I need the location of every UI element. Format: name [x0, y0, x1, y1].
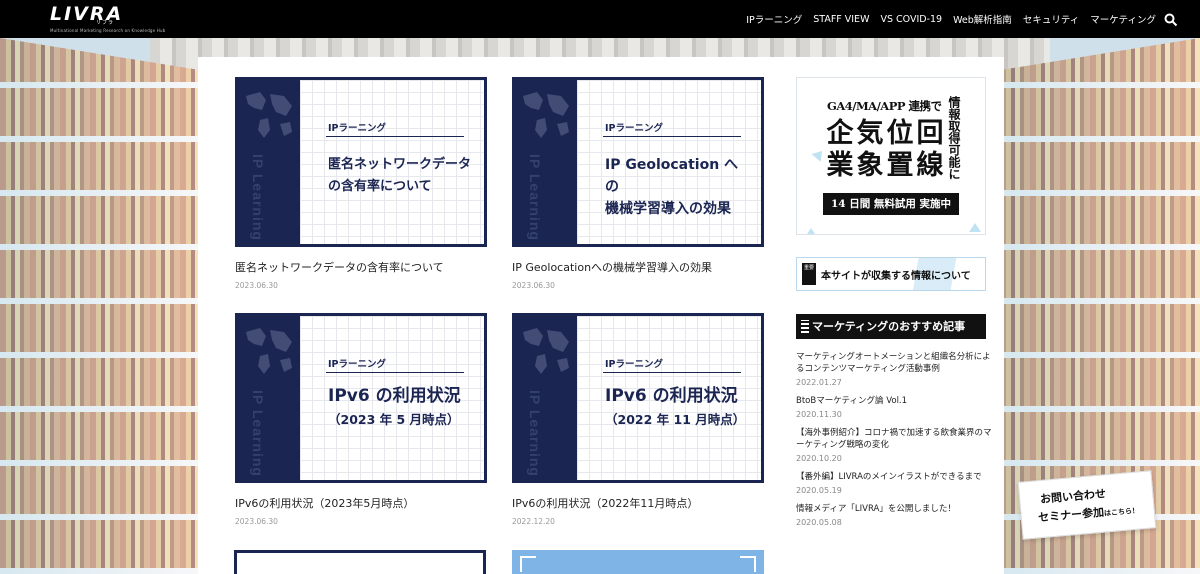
main-nav: IPラーニング STAFF VIEW VS COVID-19 Web解析指南 セ… — [746, 12, 1156, 27]
recommend-list: マーケティングオートメーションと組織名分析によるコンテンツマーケティング活動事例… — [796, 351, 992, 535]
nav-vs-covid[interactable]: VS COVID-19 — [880, 14, 942, 25]
thumb-title: IPv6 の利用状況 （2022 年 11 月時点） — [605, 386, 746, 427]
list-icon — [801, 320, 809, 333]
world-map-icon — [523, 328, 569, 374]
thumb-category: IPラーニング — [328, 359, 386, 370]
thumb-category: IPラーニング — [605, 123, 663, 134]
logo-kana: リブラ — [96, 20, 115, 26]
thumb-vertical-label: IP Learning — [527, 154, 543, 241]
contact-seminar-button[interactable]: お問い合わせ セミナー参加はこちら！ — [1012, 470, 1160, 550]
ad-banner[interactable]: GA4/MA/APP 連携で 情報取得可能に 企 気 位 回 業 象 置 線 1… — [796, 77, 986, 235]
nav-security[interactable]: セキュリティ — [1023, 12, 1079, 26]
article-thumbnail: IP Learning IPラーニング IPv6 の利用状況 （2023 年 5… — [235, 313, 487, 483]
world-map-icon — [523, 92, 569, 138]
thumb-title: IPv6 の利用状況 （2023 年 5 月時点） — [328, 386, 461, 427]
article-thumbnail: IP Learning IPラーニング 匿名ネットワークデータ の含有率について — [235, 77, 487, 247]
nav-marketing[interactable]: マーケティング — [1090, 12, 1156, 26]
article-card[interactable]: IP Learning IPラーニング IPv6 の利用状況 （2022 年 1… — [512, 313, 764, 526]
recommend-date: 2022.01.27 — [796, 378, 842, 387]
thumb-title: 匿名ネットワークデータ の含有率について — [328, 157, 472, 194]
bookshelf-left — [0, 38, 200, 574]
triangle-decoration — [969, 223, 981, 232]
thumb-vertical-label: IP Learning — [250, 390, 266, 477]
thumb-vertical-label: IP Learning — [527, 390, 543, 477]
article-card-partial[interactable] — [234, 550, 486, 574]
recommend-title[interactable]: マーケティングオートメーションと組織名分析によるコンテンツマーケティング活動事例 — [796, 351, 992, 375]
world-map-icon — [246, 328, 292, 374]
recommend-date: 2020.05.08 — [796, 518, 842, 527]
info-link-text: 本サイトが収集する情報について — [821, 271, 971, 282]
recommend-date: 2020.10.20 — [796, 454, 842, 463]
ad-vertical-text: 情報取得可能に — [947, 96, 961, 180]
article-date: 2022.12.20 — [512, 517, 555, 526]
recommend-title[interactable]: BtoBマーケティング論 Vol.1 — [796, 395, 992, 407]
article-date: 2023.06.30 — [512, 281, 555, 290]
nav-web-analytics[interactable]: Web解析指南 — [953, 12, 1012, 26]
article-date: 2023.06.30 — [235, 281, 278, 290]
ad-kanji-grid: 企 気 位 回 業 象 置 線 — [826, 118, 944, 181]
article-date: 2023.06.30 — [235, 517, 278, 526]
info-link-box[interactable]: 重要 本サイトが収集する情報について — [796, 257, 986, 291]
recommend-item[interactable]: 【海外事例紹介】コロナ禍で加速する飲食業界のマーケティング戦略の変化 2020.… — [796, 427, 992, 463]
article-title[interactable]: 匿名ネットワークデータの含有率について — [235, 259, 487, 275]
article-title[interactable]: IPv6の利用状況（2023年5月時点） — [235, 495, 487, 511]
article-card[interactable]: IP Learning IPラーニング IP Geolocation への 機械… — [512, 77, 764, 290]
triangle-decoration — [805, 228, 817, 234]
recommend-item[interactable]: 情報メディア「LIVRA」を公開しました！ 2020.05.08 — [796, 503, 992, 527]
article-title[interactable]: IP Geolocationへの機械学習導入の効果 — [512, 259, 764, 275]
recommend-item[interactable]: 【番外編】LIVRAのメインイラストができるまで 2020.05.19 — [796, 471, 992, 495]
recommend-item[interactable]: マーケティングオートメーションと組織名分析によるコンテンツマーケティング活動事例… — [796, 351, 992, 387]
ad-headline: GA4/MA/APP 連携で — [827, 99, 942, 113]
thumb-category: IPラーニング — [605, 359, 663, 370]
site-header: LIVRA リブラ Multinational Marketing Resear… — [0, 0, 1200, 38]
recommend-title[interactable]: 情報メディア「LIVRA」を公開しました！ — [796, 503, 992, 515]
recommend-title[interactable]: 【海外事例紹介】コロナ禍で加速する飲食業界のマーケティング戦略の変化 — [796, 427, 992, 451]
thumb-title: IP Geolocation への 機械学習導入の効果 — [605, 157, 739, 217]
nav-ip-learning[interactable]: IPラーニング — [746, 12, 802, 26]
article-card[interactable]: IP Learning IPラーニング IPv6 の利用状況 （2023 年 5… — [235, 313, 487, 526]
thumb-category: IPラーニング — [328, 123, 386, 134]
ad-trial-banner: 14 日間 無料試用 実施中 — [823, 193, 959, 215]
recommend-heading: マーケティングのおすすめ記事 — [796, 314, 986, 339]
article-card-partial[interactable] — [512, 550, 764, 574]
article-thumbnail: IP Learning IPラーニング IP Geolocation への 機械… — [512, 77, 764, 247]
important-badge: 重要 — [802, 263, 816, 285]
recommend-date: 2020.05.19 — [796, 486, 842, 495]
world-map-icon — [246, 92, 292, 138]
search-icon[interactable] — [1164, 12, 1178, 27]
article-thumbnail: IP Learning IPラーニング IPv6 の利用状況 （2022 年 1… — [512, 313, 764, 483]
article-title[interactable]: IPv6の利用状況（2022年11月時点） — [512, 495, 764, 511]
nav-staff-view[interactable]: STAFF VIEW — [813, 14, 869, 25]
recommend-date: 2020.11.30 — [796, 410, 842, 419]
logo-tagline: Multinational Marketing Research on Know… — [50, 28, 166, 33]
recommend-item[interactable]: BtoBマーケティング論 Vol.1 2020.11.30 — [796, 395, 992, 419]
article-card[interactable]: IP Learning IPラーニング 匿名ネットワークデータ の含有率について… — [235, 77, 487, 290]
thumb-vertical-label: IP Learning — [250, 154, 266, 241]
recommend-title[interactable]: 【番外編】LIVRAのメインイラストができるまで — [796, 471, 992, 483]
site-logo[interactable]: LIVRA リブラ Multinational Marketing Resear… — [50, 5, 166, 34]
